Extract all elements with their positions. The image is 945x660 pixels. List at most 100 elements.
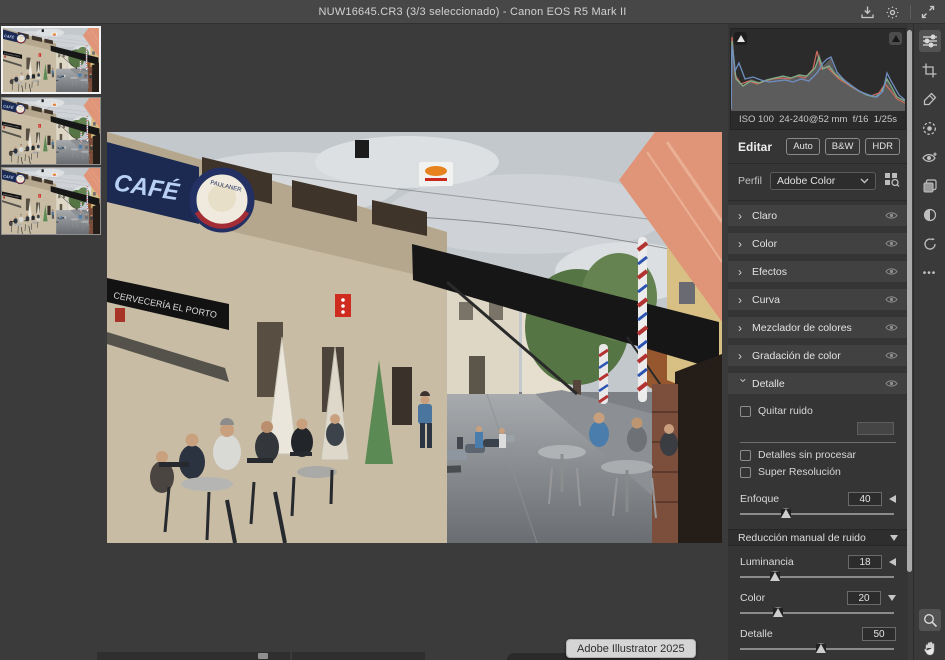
collapse-down-icon bbox=[890, 535, 898, 541]
camera-raw-window: NUW16645.CR3 (3/3 seleccionado) - Canon … bbox=[0, 0, 945, 660]
filmstrip-thumbnail-2[interactable] bbox=[1, 97, 101, 165]
chevron-right-icon: › bbox=[738, 350, 752, 362]
raw-details-label: Detalles sin procesar bbox=[758, 449, 856, 461]
section-label: Curva bbox=[752, 294, 885, 306]
super-resolution-label: Super Resolución bbox=[758, 466, 841, 478]
section-detalle[interactable]: › Detalle bbox=[728, 373, 908, 394]
window-title: NUW16645.CR3 (3/3 seleccionado) - Canon … bbox=[319, 6, 627, 18]
eye-icon[interactable] bbox=[885, 239, 898, 248]
chevron-right-icon: › bbox=[738, 266, 752, 278]
eye-icon[interactable] bbox=[885, 295, 898, 304]
section-label: Claro bbox=[752, 210, 885, 222]
chevron-right-icon: › bbox=[738, 322, 752, 334]
raw-details-checkbox[interactable] bbox=[740, 450, 751, 461]
eye-icon[interactable] bbox=[885, 323, 898, 332]
filmstrip-thumbnail-3[interactable] bbox=[1, 167, 101, 235]
section-claro[interactable]: › Claro bbox=[728, 205, 908, 226]
eye-icon[interactable] bbox=[885, 211, 898, 220]
edit-panel: ISO 100 24-240@52 mm f/16 1/25s Editar A… bbox=[728, 24, 908, 660]
bw-button[interactable]: B&W bbox=[825, 138, 861, 155]
section-efectos[interactable]: › Efectos bbox=[728, 261, 908, 282]
export-icon[interactable] bbox=[860, 5, 875, 20]
collapse-left-icon[interactable] bbox=[889, 558, 896, 566]
section-mezclador[interactable]: › Mezclador de colores bbox=[728, 317, 908, 338]
luminance-label: Luminancia bbox=[740, 556, 848, 568]
auto-button[interactable]: Auto bbox=[786, 138, 820, 155]
section-gradacion[interactable]: › Gradación de color bbox=[728, 345, 908, 366]
red-eye-tool-icon[interactable] bbox=[919, 146, 941, 168]
divider bbox=[740, 442, 896, 443]
section-label: Color bbox=[752, 238, 885, 250]
sharpen-value-input[interactable]: 40 bbox=[848, 492, 882, 506]
eye-icon[interactable] bbox=[885, 351, 898, 360]
highlight-clipping-icon[interactable] bbox=[889, 32, 902, 45]
edit-tool-icon[interactable] bbox=[919, 30, 941, 52]
masking-tool-icon[interactable] bbox=[919, 117, 941, 139]
fullscreen-icon[interactable] bbox=[921, 5, 935, 19]
section-color[interactable]: › Color bbox=[728, 233, 908, 254]
color-nr-slider[interactable] bbox=[740, 607, 896, 618]
aperture-value: f/16 bbox=[853, 114, 869, 125]
chevron-down-icon bbox=[860, 178, 869, 184]
titlebar-divider bbox=[910, 5, 911, 19]
eye-icon[interactable] bbox=[885, 267, 898, 276]
denoise-amount-box bbox=[857, 422, 894, 435]
versions-tool-icon[interactable] bbox=[919, 175, 941, 197]
detail-nr-value-input[interactable]: 50 bbox=[862, 627, 896, 641]
lens-value: 24-240@52 mm bbox=[779, 114, 847, 125]
title-bar: NUW16645.CR3 (3/3 seleccionado) - Canon … bbox=[0, 0, 945, 24]
divider bbox=[728, 200, 908, 201]
shadow-clipping-icon[interactable] bbox=[734, 32, 747, 45]
section-curva[interactable]: › Curva bbox=[728, 289, 908, 310]
presets-tool-icon[interactable] bbox=[919, 204, 941, 226]
divider bbox=[728, 163, 908, 164]
hdr-button[interactable]: HDR bbox=[865, 138, 900, 155]
profile-select[interactable]: Adobe Color bbox=[770, 172, 876, 190]
sharpen-slider[interactable] bbox=[740, 508, 896, 519]
crop-tool-icon[interactable] bbox=[919, 59, 941, 81]
chevron-down-icon: › bbox=[738, 378, 750, 392]
section-label: Gradación de color bbox=[752, 350, 885, 362]
settings-icon[interactable] bbox=[885, 5, 900, 20]
super-resolution-checkbox[interactable] bbox=[740, 467, 751, 478]
dock-tooltip-text: Adobe Illustrator 2025 bbox=[577, 643, 685, 655]
section-label: Efectos bbox=[752, 266, 885, 278]
section-label: Mezclador de colores bbox=[752, 322, 885, 334]
luminance-slider[interactable] bbox=[740, 571, 896, 582]
manual-noise-reduction-header[interactable]: Reducción manual de ruido bbox=[728, 529, 908, 546]
collapse-down-icon[interactable] bbox=[888, 595, 896, 601]
chevron-right-icon: › bbox=[738, 210, 752, 222]
sharpen-label: Enfoque bbox=[740, 493, 848, 505]
chevron-right-icon: › bbox=[738, 294, 752, 306]
collapse-left-icon[interactable] bbox=[889, 495, 896, 503]
section-label: Detalle bbox=[752, 378, 885, 390]
healing-tool-icon[interactable] bbox=[919, 88, 941, 110]
luminance-value-input[interactable]: 18 bbox=[848, 555, 882, 569]
denoise-checkbox[interactable] bbox=[740, 406, 751, 417]
detail-nr-label: Detalle bbox=[740, 628, 862, 640]
zoom-tool-icon[interactable] bbox=[919, 609, 941, 631]
more-options-icon[interactable]: ••• bbox=[919, 262, 941, 284]
edit-panel-title: Editar bbox=[738, 140, 781, 154]
filmstrip-thumbnail-1[interactable] bbox=[1, 26, 101, 94]
refresh-icon[interactable] bbox=[919, 233, 941, 255]
denoise-label: Quitar ruido bbox=[758, 405, 813, 417]
tool-column: ••• bbox=[913, 24, 945, 660]
iso-value: ISO 100 bbox=[739, 114, 774, 125]
shutter-value: 1/25s bbox=[874, 114, 897, 125]
dock-tooltip: Adobe Illustrator 2025 bbox=[566, 639, 696, 658]
histogram[interactable]: ISO 100 24-240@52 mm f/16 1/25s bbox=[730, 28, 906, 130]
chevron-right-icon: › bbox=[738, 238, 752, 250]
dock-app-icon[interactable] bbox=[258, 653, 268, 659]
color-nr-value-input[interactable]: 20 bbox=[847, 591, 881, 605]
profile-value: Adobe Color bbox=[777, 175, 860, 187]
browse-profiles-icon[interactable] bbox=[884, 172, 900, 190]
dock-segment bbox=[292, 652, 425, 660]
eye-icon[interactable] bbox=[885, 379, 898, 388]
capture-settings: ISO 100 24-240@52 mm f/16 1/25s bbox=[731, 111, 905, 129]
detail-nr-slider[interactable] bbox=[740, 643, 896, 654]
panel-scrollbar[interactable] bbox=[907, 30, 912, 572]
photo-canvas[interactable] bbox=[107, 132, 722, 543]
profile-label: Perfil bbox=[738, 175, 762, 187]
color-nr-label: Color bbox=[740, 592, 847, 604]
